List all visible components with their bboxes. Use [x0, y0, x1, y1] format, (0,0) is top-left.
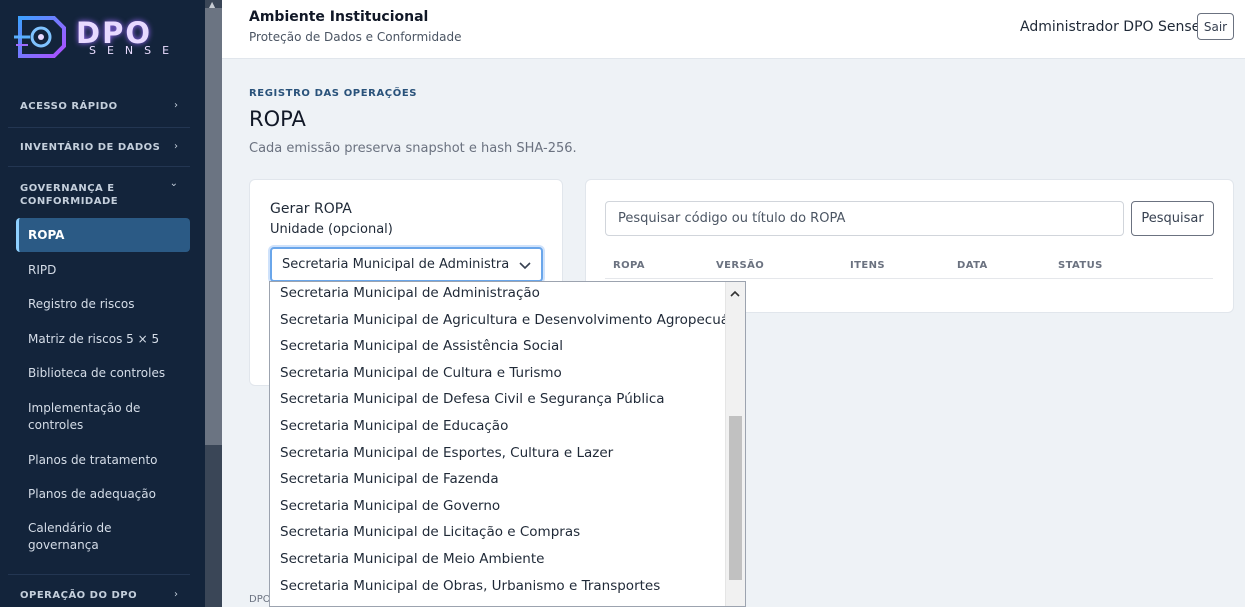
chevron-right-icon: ›	[174, 141, 178, 152]
sidebar-item-biblioteca-controles[interactable]: Biblioteca de controles	[16, 365, 190, 382]
page-eyebrow: REGISTRO DAS OPERAÇÕES	[249, 88, 418, 99]
top-header: Ambiente Institucional Proteção de Dados…	[222, 0, 1245, 59]
environment-title: Ambiente Institucional	[249, 9, 429, 25]
dpo-sense-logo[interactable]: DPO SENSE	[14, 14, 184, 62]
section-title: OPERAÇÃO DO DPO	[20, 590, 138, 601]
chevron-right-icon: ›	[174, 589, 178, 600]
sidebar-item-registro-riscos[interactable]: Registro de riscos	[16, 296, 190, 313]
chevron-right-icon: ›	[174, 100, 178, 111]
column-header-versao: VERSÃO	[716, 260, 765, 271]
footer-text: DPO	[249, 594, 271, 605]
scroll-up-icon[interactable]: ▲	[209, 0, 215, 9]
section-title: ACESSO RÁPIDO	[20, 101, 118, 112]
table-divider	[605, 278, 1213, 279]
section-title: INVENTÁRIO DE DADOS	[20, 142, 161, 153]
sidebar-section-governanca[interactable]: GOVERNANÇA E CONFORMIDADE ⌄	[8, 166, 190, 216]
sidebar-item-calendario[interactable]: Calendário de governança	[16, 520, 136, 554]
sidebar-scrollbar[interactable]: ▲	[205, 0, 222, 607]
dropdown-option[interactable]: Secretaria Municipal de Obras, Urbanismo…	[280, 578, 660, 594]
chevron-down-icon	[519, 262, 531, 270]
dropdown-option[interactable]: Secretaria Municipal de Educação	[280, 418, 508, 434]
section-title: GOVERNANÇA E CONFORMIDADE	[20, 183, 119, 207]
dropdown-option[interactable]: Secretaria Municipal de Agricultura e De…	[280, 312, 745, 328]
environment-subtitle: Proteção de Dados e Conformidade	[249, 30, 462, 44]
dropdown-option[interactable]: Secretaria Municipal de Defesa Civil e S…	[280, 391, 665, 407]
scrollbar-thumb[interactable]	[729, 416, 742, 580]
chevron-down-icon: ⌄	[169, 178, 178, 189]
page-description: Cada emissão preserva snapshot e hash SH…	[249, 141, 577, 156]
column-header-data: DATA	[957, 260, 988, 271]
dropdown-option[interactable]: Secretaria Municipal de Fazenda	[280, 471, 499, 487]
logo-subtext: SENSE	[89, 44, 181, 57]
scroll-up-icon[interactable]	[730, 290, 740, 298]
sidebar-section-acesso-rapido[interactable]: ACESSO RÁPIDO ›	[8, 88, 190, 126]
generate-title: Gerar ROPA	[270, 201, 352, 217]
scrollbar-thumb[interactable]	[205, 8, 222, 445]
dropdown-option[interactable]: Secretaria Municipal de Esportes, Cultur…	[280, 445, 613, 461]
sidebar-item-planos-tratamento[interactable]: Planos de tratamento	[16, 452, 190, 469]
ropa-search-input[interactable]	[605, 201, 1124, 236]
logo-mark-icon	[14, 16, 66, 58]
user-name: Administrador DPO Sense	[1020, 19, 1201, 35]
sidebar-section-operacao-dpo[interactable]: OPERAÇÃO DO DPO ›	[8, 574, 190, 607]
dropdown-option[interactable]: Secretaria Municipal de Cultura e Turism…	[280, 365, 562, 381]
search-button[interactable]: Pesquisar	[1131, 201, 1214, 236]
sidebar-item-ropa[interactable]: ROPA	[16, 218, 190, 252]
sidebar-item-implementacao-controles[interactable]: Implementação de controles	[16, 400, 156, 434]
unit-label: Unidade (opcional)	[270, 222, 393, 237]
sidebar: DPO SENSE ACESSO RÁPIDO › INVENTÁRIO DE …	[0, 0, 222, 607]
column-header-status: STATUS	[1058, 260, 1103, 271]
column-header-itens: ITENS	[850, 260, 885, 271]
sidebar-item-ripd[interactable]: RIPD	[16, 262, 190, 279]
page-title: ROPA	[249, 107, 306, 131]
unit-select-value: Secretaria Municipal de Administração	[282, 257, 510, 272]
dropdown-option[interactable]: Secretaria Municipal de Governo	[280, 498, 500, 514]
sidebar-item-planos-adequacao[interactable]: Planos de adequação	[16, 486, 190, 503]
column-header-ropa: ROPA	[613, 260, 645, 271]
unit-select[interactable]: Secretaria Municipal de Administração	[270, 247, 543, 282]
logout-button[interactable]: Sair	[1197, 13, 1234, 40]
dropdown-option[interactable]: Secretaria Municipal de Administração	[280, 285, 540, 301]
dropdown-scrollbar[interactable]	[725, 282, 745, 606]
unit-dropdown-list[interactable]: Secretaria Municipal de Administração Se…	[269, 281, 746, 607]
dropdown-option[interactable]: Secretaria Municipal de Meio Ambiente	[280, 551, 544, 567]
sidebar-item-matriz-riscos[interactable]: Matriz de riscos 5 × 5	[16, 331, 190, 348]
sidebar-section-inventario[interactable]: INVENTÁRIO DE DADOS ›	[8, 127, 190, 165]
dropdown-option[interactable]: Secretaria Municipal de Licitação e Comp…	[280, 524, 580, 540]
dropdown-option[interactable]: Secretaria Municipal de Assistência Soci…	[280, 338, 563, 354]
